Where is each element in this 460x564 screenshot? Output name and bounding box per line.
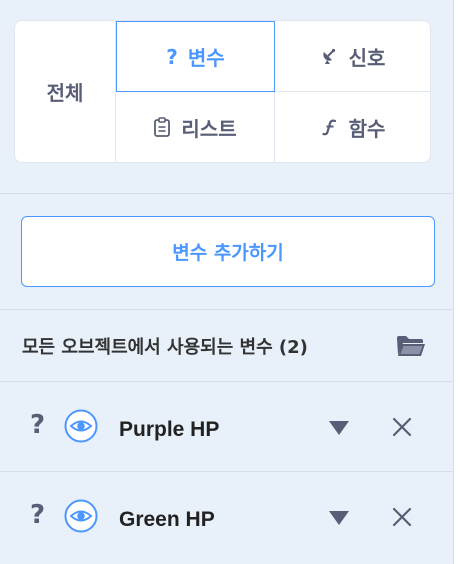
category-tab-label: 함수	[348, 116, 386, 141]
right-edge	[453, 0, 460, 564]
satellite-dish-icon	[321, 47, 339, 65]
category-tab-functions[interactable]: 함수	[275, 92, 430, 162]
category-tabs: 전체 ? 변수 신호 리스트 함수	[14, 20, 431, 163]
variable-row[interactable]: ? Purple HP	[0, 381, 453, 471]
function-icon	[321, 118, 339, 136]
variable-name: Green HP	[119, 508, 215, 531]
clipboard-icon	[153, 117, 171, 137]
question-icon: ?	[166, 44, 178, 69]
category-all-tab[interactable]: 전체	[15, 21, 116, 162]
dropdown-arrow-icon[interactable]	[328, 510, 350, 526]
divider	[0, 193, 453, 194]
folder-icon[interactable]	[396, 334, 426, 358]
category-tab-lists[interactable]: 리스트	[116, 92, 275, 162]
add-variable-label: 변수 추가하기	[172, 242, 284, 264]
category-tab-signals[interactable]: 신호	[275, 21, 430, 92]
eye-icon[interactable]	[64, 499, 98, 533]
variable-row[interactable]: ? Green HP	[0, 471, 453, 561]
category-tab-variables[interactable]: ? 변수	[116, 21, 275, 92]
category-tab-label: 신호	[348, 45, 386, 70]
close-icon[interactable]	[391, 506, 413, 528]
eye-icon[interactable]	[64, 409, 98, 443]
dropdown-arrow-icon[interactable]	[328, 420, 350, 436]
section-title: 모든 오브젝트에서 사용되는 변수 (2)	[22, 336, 308, 358]
category-tab-label: 변수	[187, 46, 225, 70]
variable-name: Purple HP	[119, 418, 220, 441]
question-icon: ?	[30, 410, 46, 440]
category-all-label: 전체	[46, 81, 84, 105]
close-icon[interactable]	[391, 416, 413, 438]
section-header: 모든 오브젝트에서 사용되는 변수 (2)	[0, 310, 453, 381]
add-variable-button[interactable]: 변수 추가하기	[21, 216, 435, 287]
question-icon: ?	[30, 500, 46, 530]
category-tab-label: 리스트	[181, 116, 237, 141]
